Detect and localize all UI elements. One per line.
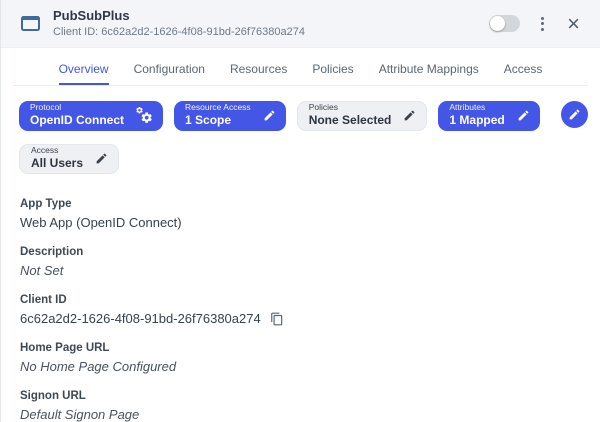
tab-attribute-mappings[interactable]: Attribute Mappings: [379, 62, 479, 85]
field-label: Home Page URL: [20, 342, 110, 354]
app-detail-panel: PubSubPlus Client ID: 6c62a2d2-1626-4f08…: [1, 0, 600, 422]
pill-value: None Selected: [308, 112, 392, 127]
field-description: Description Not Set: [20, 246, 580, 278]
field-app-type: App Type Web App (OpenID Connect): [20, 198, 580, 230]
header-titles: PubSubPlus Client ID: 6c62a2d2-1626-4f08…: [53, 8, 305, 39]
pill-label: Resource Access: [185, 102, 251, 113]
field-value: No Home Page Configured: [20, 359, 177, 374]
quick-settings-area: Protocol OpenID Connect Resource Access …: [1, 86, 600, 174]
pill-protocol[interactable]: Protocol OpenID Connect: [19, 101, 164, 131]
field-label: Description: [20, 246, 84, 258]
pill-label: Attributes: [449, 102, 486, 113]
field-value: Default Signon Page: [20, 407, 140, 422]
field-home-page-url: Home Page URL No Home Page Configured: [20, 342, 580, 374]
field-label: App Type: [20, 198, 72, 210]
field-value: 6c62a2d2-1626-4f08-91bd-26f76380a274: [20, 311, 580, 326]
overview-fields: App Type Web App (OpenID Connect) Descri…: [1, 174, 600, 422]
pill-access[interactable]: Access All Users: [19, 144, 120, 174]
panel-header: PubSubPlus Client ID: 6c62a2d2-1626-4f08…: [1, 0, 600, 48]
app-title: PubSubPlus: [53, 8, 130, 24]
gears-icon: [136, 107, 153, 124]
pencil-icon: [568, 108, 581, 121]
pill-resource-access[interactable]: Resource Access 1 Scope: [174, 101, 286, 131]
tab-configuration[interactable]: Configuration: [134, 62, 205, 85]
pill-value: 1 Scope: [185, 112, 232, 127]
field-value: Web App (OpenID Connect): [20, 215, 182, 230]
pencil-icon: [95, 152, 108, 165]
pencil-icon: [517, 109, 530, 122]
pill-attributes[interactable]: Attributes 1 Mapped: [438, 101, 540, 131]
field-value: Not Set: [20, 263, 64, 278]
pill-value: OpenID Connect: [30, 112, 125, 127]
pill-label: Policies: [308, 102, 338, 113]
toggle-knob: [490, 16, 506, 31]
pill-label: Access: [31, 145, 59, 156]
web-app-icon: [21, 16, 40, 31]
tab-resources[interactable]: Resources: [230, 62, 287, 85]
copy-icon[interactable]: [270, 312, 284, 326]
tab-policies[interactable]: Policies: [312, 62, 353, 85]
pencil-icon: [263, 109, 276, 122]
edit-application-button[interactable]: [561, 101, 588, 128]
pill-label: Protocol: [30, 102, 62, 113]
app-client-id-subtitle: Client ID: 6c62a2d2-1626-4f08-91bd-26f76…: [53, 25, 305, 38]
pencil-icon: [403, 109, 416, 122]
tab-bar: Overview Configuration Resources Policie…: [1, 48, 600, 85]
enable-app-toggle[interactable]: [489, 15, 521, 32]
kebab-menu-icon[interactable]: [537, 15, 548, 33]
pill-value: 1 Mapped: [449, 112, 505, 127]
field-label: Signon URL: [20, 390, 86, 402]
header-controls: ×: [489, 12, 582, 34]
close-icon[interactable]: ×: [565, 12, 582, 34]
field-client-id: Client ID 6c62a2d2-1626-4f08-91bd-26f763…: [20, 294, 580, 326]
field-signon-url: Signon URL Default Signon Page: [20, 390, 580, 422]
pill-value: All Users: [31, 155, 84, 170]
client-id-value: 6c62a2d2-1626-4f08-91bd-26f76380a274: [20, 311, 261, 326]
pill-policies[interactable]: Policies None Selected: [296, 101, 428, 131]
tab-access[interactable]: Access: [504, 62, 543, 85]
tab-overview[interactable]: Overview: [58, 62, 109, 85]
field-label: Client ID: [20, 294, 67, 306]
